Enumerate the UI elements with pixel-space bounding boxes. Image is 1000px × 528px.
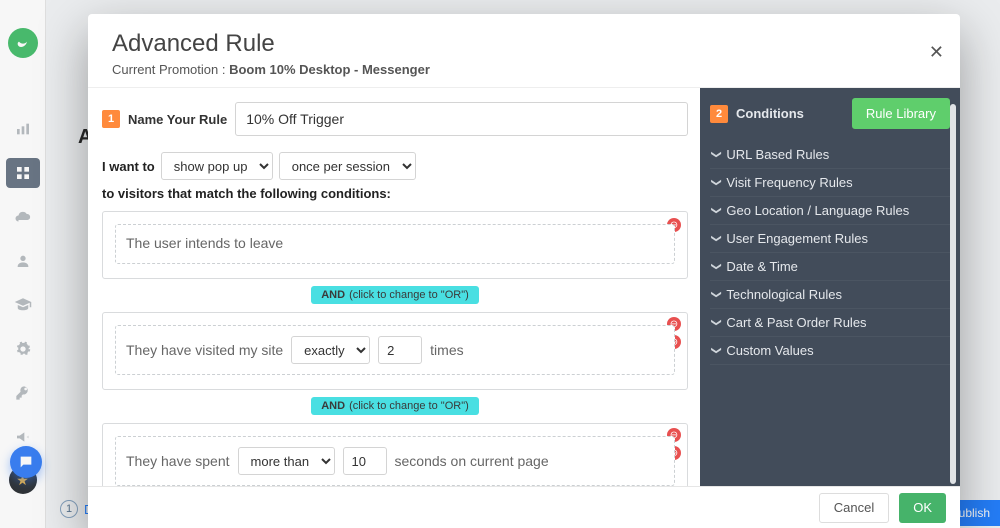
advanced-rule-modal: Advanced Rule Current Promotion : Boom 1… xyxy=(88,14,960,528)
accordion-item[interactable]: Geo Location / Language Rules xyxy=(710,197,950,225)
accordion-item[interactable]: Cart & Past Order Rules xyxy=(710,309,950,337)
step1-number: 1 xyxy=(102,110,120,128)
condition-suffix: seconds on current page xyxy=(395,453,549,469)
frequency-select[interactable]: once per session xyxy=(279,152,416,180)
conditions-header: 2 Conditions Rule Library xyxy=(710,98,950,129)
modal-body: 1 Name Your Rule I want to show pop up o… xyxy=(88,88,960,528)
modal-title: Advanced Rule xyxy=(112,30,936,58)
cancel-button[interactable]: Cancel xyxy=(819,493,889,523)
sentence-builder: I want to show pop up once per session t… xyxy=(102,152,688,201)
modal-footer: Cancel OK xyxy=(88,486,960,528)
modal-scrollbar[interactable] xyxy=(950,104,956,484)
accordion-item[interactable]: Date & Time xyxy=(710,253,950,281)
condition-text: They have visited my site xyxy=(126,342,283,358)
rule-name-input[interactable] xyxy=(235,102,688,136)
modal-subtitle: Current Promotion : Boom 10% Desktop - M… xyxy=(112,62,936,77)
conditions-pane: 2 Conditions Rule Library URL Based Rule… xyxy=(700,88,960,528)
modal-overlay: Advanced Rule Current Promotion : Boom 1… xyxy=(0,0,1000,528)
accordion-item[interactable]: User Engagement Rules xyxy=(710,225,950,253)
action-select[interactable]: show pop up xyxy=(161,152,273,180)
accordion-item[interactable]: URL Based Rules xyxy=(710,141,950,169)
rule-library-button[interactable]: Rule Library xyxy=(852,98,950,129)
accordion-item[interactable]: Visit Frequency Rules xyxy=(710,169,950,197)
step2-label: Conditions xyxy=(736,106,804,121)
step2-number: 2 xyxy=(710,105,728,123)
and-toggle-chip[interactable]: AND(click to change to "OR") xyxy=(311,286,479,304)
condition-suffix: times xyxy=(430,342,463,358)
comparator-select[interactable]: exactly xyxy=(291,336,370,364)
step1-row: 1 Name Your Rule xyxy=(102,102,688,136)
condition-text: They have spent xyxy=(126,453,230,469)
step1-label: Name Your Rule xyxy=(128,112,227,127)
rule-builder-pane: 1 Name Your Rule I want to show pop up o… xyxy=(88,88,700,528)
modal-header: Advanced Rule Current Promotion : Boom 1… xyxy=(88,14,960,88)
accordion-item[interactable]: Technological Rules xyxy=(710,281,950,309)
value-input[interactable] xyxy=(378,336,422,364)
comparator-select[interactable]: more than xyxy=(238,447,335,475)
close-icon[interactable]: ✕ xyxy=(929,42,944,63)
condition-block: ⊖ ⊖ They have visited my site exactly ti… xyxy=(102,312,688,390)
conditions-accordion: URL Based Rules Visit Frequency Rules Ge… xyxy=(710,141,950,365)
condition-block: ⊖ The user intends to leave xyxy=(102,211,688,279)
condition-row[interactable]: They have spent more than seconds on cur… xyxy=(115,436,675,486)
condition-text: The user intends to leave xyxy=(126,235,283,251)
accordion-item[interactable]: Custom Values xyxy=(710,337,950,365)
ok-button[interactable]: OK xyxy=(899,493,946,523)
condition-row[interactable]: The user intends to leave xyxy=(115,224,675,264)
value-input[interactable] xyxy=(343,447,387,475)
and-toggle-chip[interactable]: AND(click to change to "OR") xyxy=(311,397,479,415)
condition-row[interactable]: They have visited my site exactly times xyxy=(115,325,675,375)
